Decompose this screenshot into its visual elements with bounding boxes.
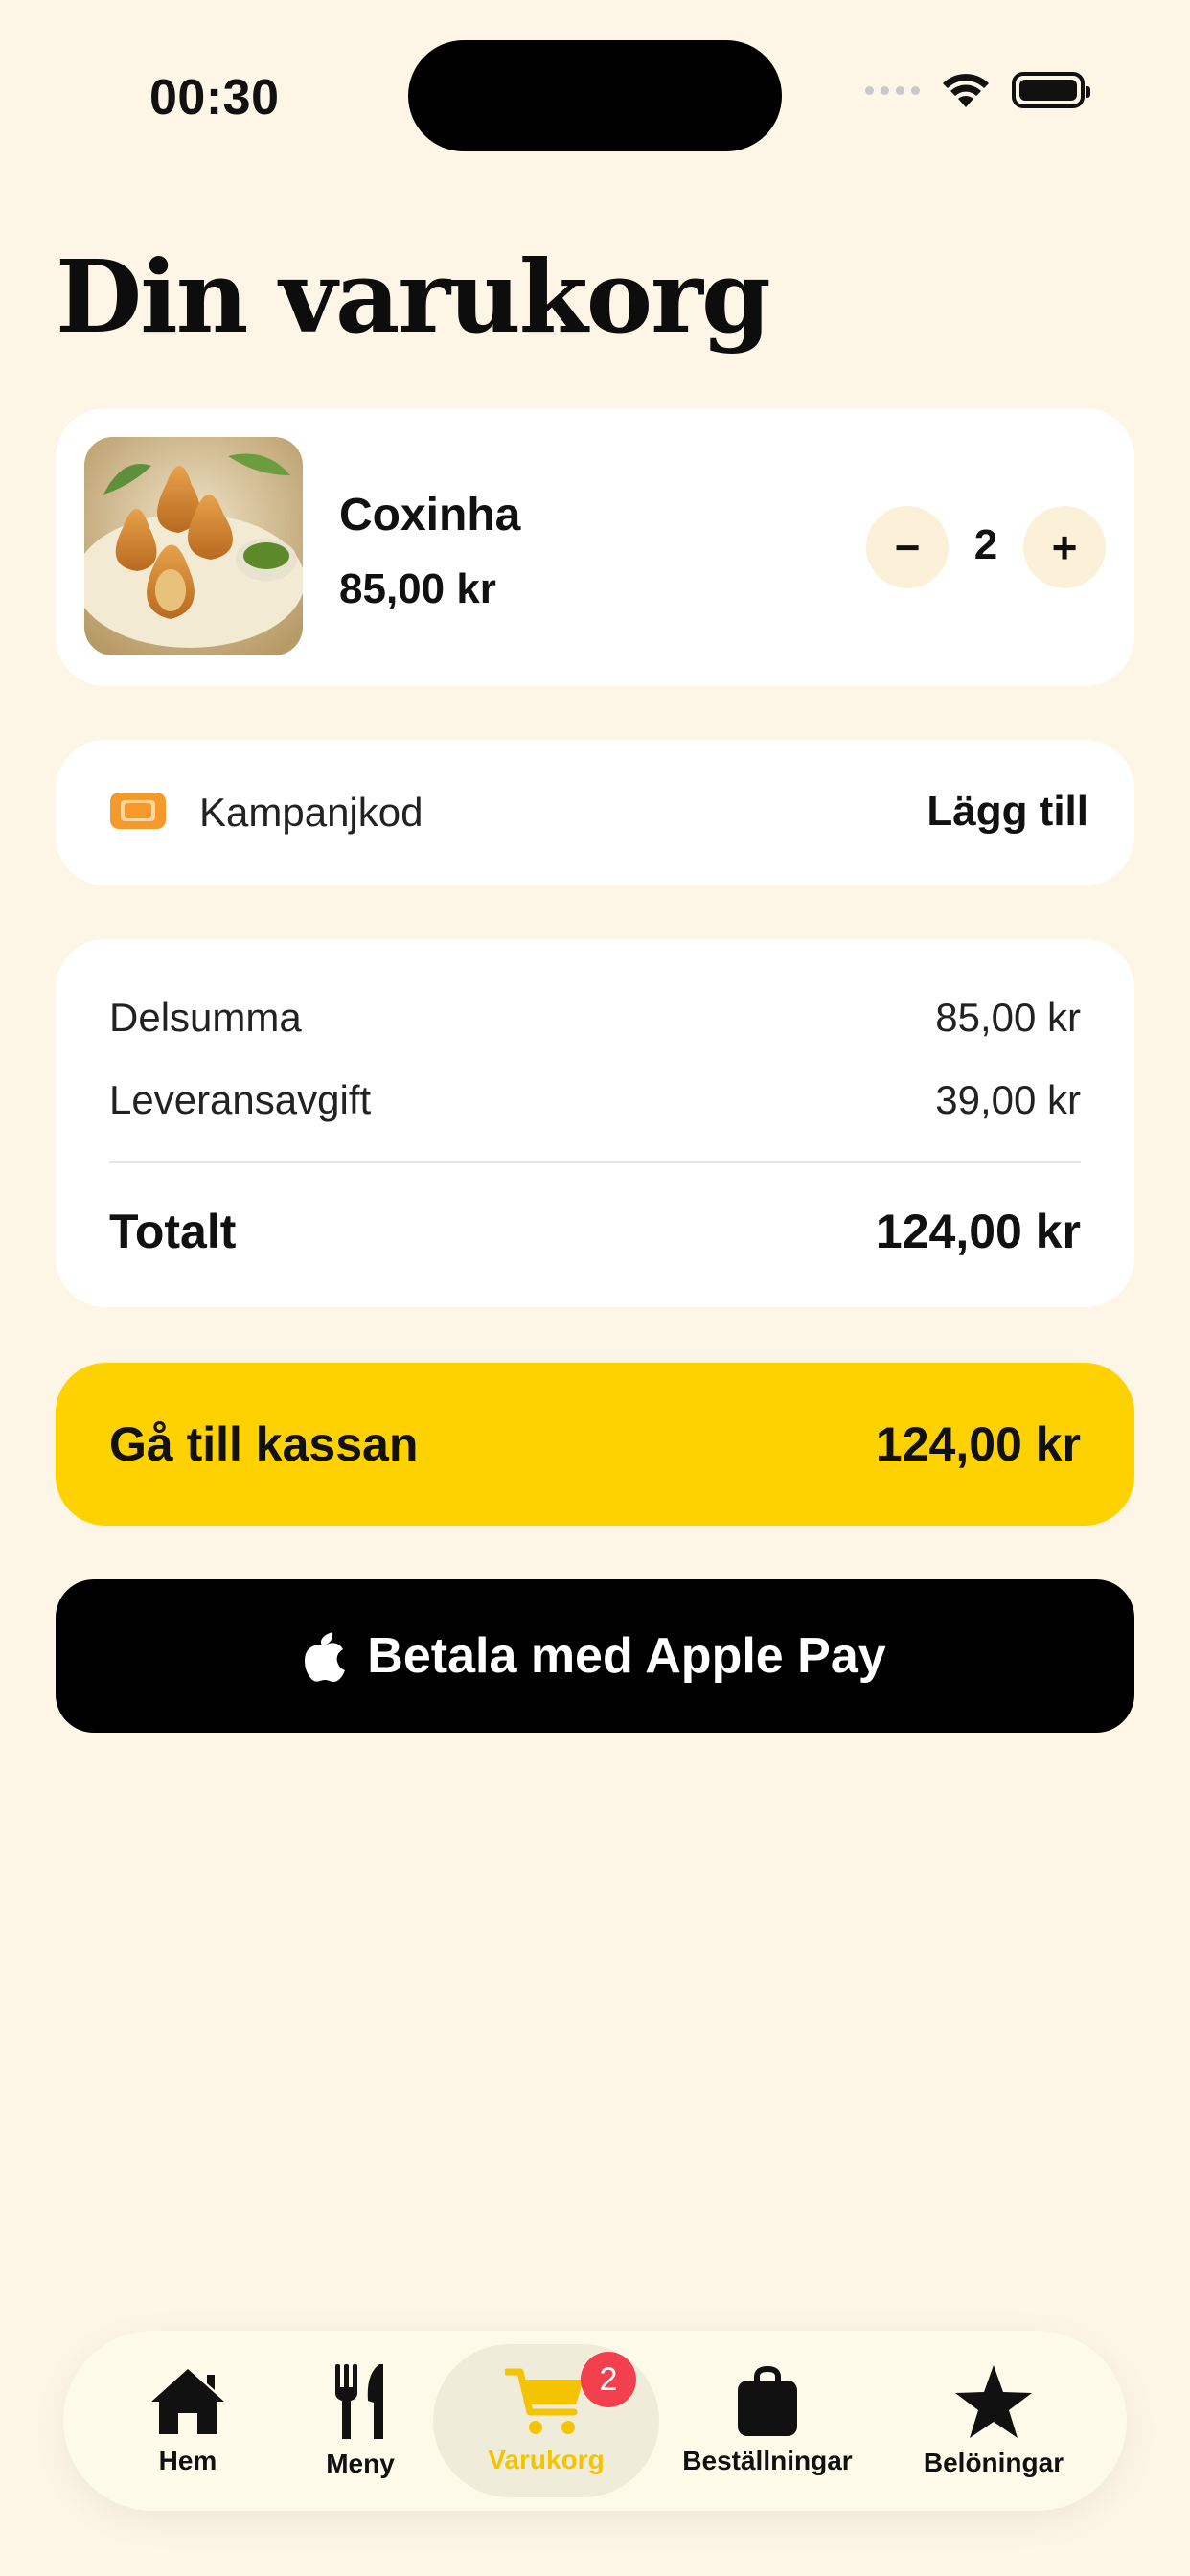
delivery-fee-row: Leveransavgift 39,00 kr <box>109 1077 1081 1123</box>
page-title: Din varukorg <box>56 238 771 356</box>
promo-code-label: Kampanjkod <box>199 790 423 835</box>
product-image <box>84 437 303 656</box>
summary-divider <box>109 1162 1081 1163</box>
subtotal-value: 85,00 kr <box>935 995 1081 1040</box>
add-promo-code-button[interactable]: Lägg till <box>927 788 1088 836</box>
decrease-quantity-button[interactable]: − <box>866 506 949 588</box>
apple-pay-button[interactable]: Betala med Apple Pay <box>56 1579 1134 1733</box>
tab-orders[interactable]: Beställningar <box>659 2331 876 2511</box>
tab-rewards[interactable]: Belöningar <box>903 2331 1085 2511</box>
cart-icon <box>505 2368 584 2434</box>
status-indicators <box>865 71 1090 109</box>
total-value: 124,00 kr <box>875 1205 1081 1258</box>
apple-icon <box>305 1632 346 1682</box>
cart-item-card: Coxinha 85,00 kr − 2 + <box>56 408 1134 686</box>
status-time: 00:30 <box>149 70 280 126</box>
star-icon <box>955 2365 1032 2438</box>
tab-home[interactable]: Hem <box>121 2331 255 2511</box>
bag-icon <box>738 2365 797 2436</box>
ticket-icon <box>110 793 166 829</box>
tab-cart[interactable]: Varukorg 2 <box>433 2331 659 2511</box>
promo-code-row[interactable]: Kampanjkod Lägg till <box>56 740 1134 886</box>
cart-count-badge: 2 <box>581 2352 636 2407</box>
home-icon <box>151 2369 224 2434</box>
delivery-fee-label: Leveransavgift <box>109 1077 372 1122</box>
order-summary-card: Delsumma 85,00 kr Leveransavgift 39,00 k… <box>56 939 1134 1307</box>
checkout-button[interactable]: Gå till kassan 124,00 kr <box>56 1363 1134 1526</box>
tab-cart-label: Varukorg <box>488 2445 605 2474</box>
total-label: Totalt <box>109 1205 237 1258</box>
tab-bar: Hem Meny Varukorg 2 Beställningar Belöni… <box>63 2331 1127 2511</box>
tab-menu-label: Meny <box>326 2449 395 2478</box>
product-name: Coxinha <box>339 490 521 540</box>
increase-quantity-button[interactable]: + <box>1023 506 1106 588</box>
cellular-signal-icon <box>865 85 920 95</box>
wifi-icon <box>943 74 989 107</box>
subtotal-label: Delsumma <box>109 995 302 1040</box>
product-price: 85,00 kr <box>339 565 496 612</box>
tab-rewards-label: Belöningar <box>923 2448 1064 2477</box>
tab-orders-label: Beställningar <box>682 2446 853 2475</box>
apple-pay-label: Betala med Apple Pay <box>367 1628 886 1684</box>
subtotal-row: Delsumma 85,00 kr <box>109 995 1081 1041</box>
battery-icon <box>1012 72 1090 108</box>
dynamic-island <box>408 40 782 151</box>
checkout-amount: 124,00 kr <box>875 1417 1081 1471</box>
checkout-label: Gå till kassan <box>109 1417 419 1471</box>
tab-home-label: Hem <box>158 2446 217 2475</box>
tab-menu[interactable]: Meny <box>293 2331 427 2511</box>
quantity-value: 2 <box>973 521 998 568</box>
delivery-fee-value: 39,00 kr <box>935 1077 1081 1122</box>
total-row: Totalt 124,00 kr <box>109 1204 1081 1259</box>
fork-knife-icon <box>335 2364 383 2439</box>
